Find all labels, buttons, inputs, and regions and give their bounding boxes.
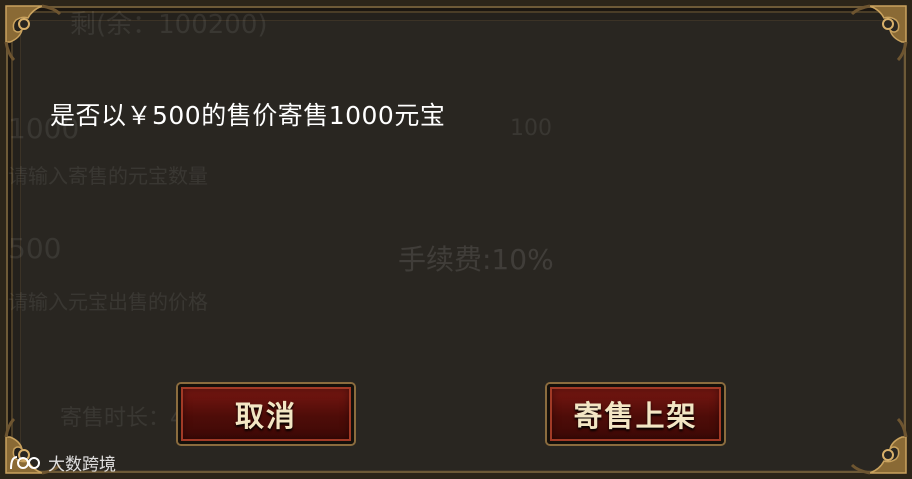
watermark: 大数跨境 (8, 450, 116, 475)
background-remaining-text: 剩(余：100200) (70, 10, 268, 40)
background-quantity-suffix: 100 (510, 116, 552, 141)
background-fee-text: 手续费:10% (398, 243, 554, 276)
background-price-value: 500 (8, 232, 62, 265)
ornament-corner-top-right (850, 4, 908, 62)
ornament-corner-top-left (4, 4, 62, 62)
confirm-message: 是否以￥500的售价寄售1000元宝 (50, 101, 446, 130)
consign-list-button-label: 寄售上架 (573, 399, 698, 433)
background-quantity-hint: 请输入寄售的元宝数量 (8, 164, 208, 188)
watermark-text: 大数跨境 (48, 455, 116, 475)
watermark-logo-icon (10, 455, 40, 469)
consign-list-button[interactable]: 寄售上架 (547, 384, 724, 444)
ornament-corner-bottom-right (850, 417, 908, 475)
cancel-button-label: 取消 (234, 399, 297, 433)
background-price-hint: 请输入元宝出售的价格 (8, 290, 208, 314)
cancel-button[interactable]: 取消 (178, 384, 354, 444)
